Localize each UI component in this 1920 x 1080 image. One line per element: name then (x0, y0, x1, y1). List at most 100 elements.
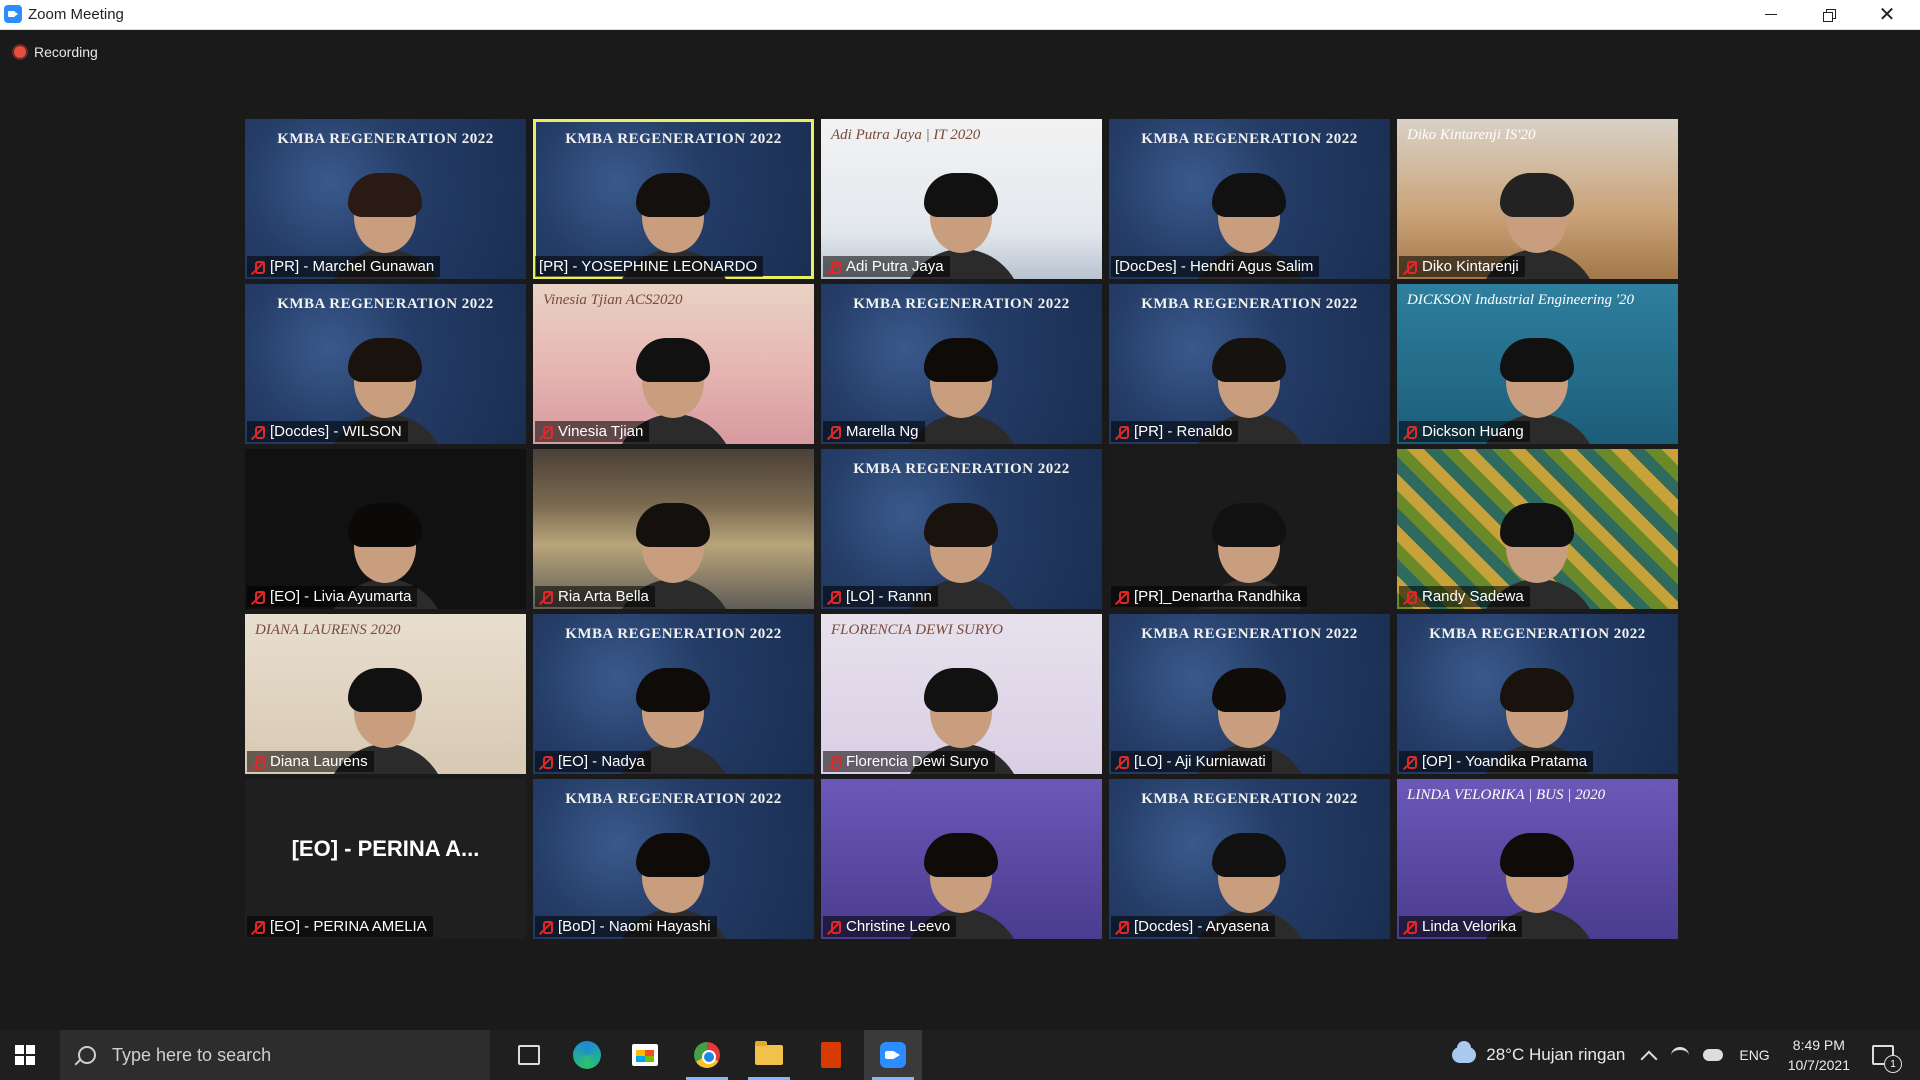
participant-nameplate: [PR] - Renaldo (1111, 421, 1239, 442)
file-explorer-button[interactable] (740, 1030, 798, 1080)
office-button[interactable] (802, 1030, 860, 1080)
participant-name: Florencia Dewi Suryo (846, 753, 989, 770)
participant-tile[interactable]: Adi Putra Jaya | IT 2020 Adi Putra Jaya (821, 119, 1102, 279)
muted-microphone-icon (251, 755, 265, 769)
virtual-background-banner: KMBA REGENERATION 2022 (565, 131, 782, 147)
participant-tile[interactable]: Randy Sadewa (1397, 449, 1678, 609)
participant-tile[interactable]: [PR]_Denartha Randhika (1109, 449, 1390, 609)
participant-tile[interactable]: Vinesia Tjian ACS2020 Vinesia Tjian (533, 284, 814, 444)
participant-name: Ria Arta Bella (558, 588, 649, 605)
participant-name: [PR] - Marchel Gunawan (270, 258, 435, 275)
muted-microphone-icon (827, 920, 841, 934)
virtual-background-banner: KMBA REGENERATION 2022 (1141, 791, 1358, 807)
language-indicator[interactable]: ENG (1739, 1047, 1769, 1063)
window-title: Zoom Meeting (28, 6, 124, 23)
muted-microphone-icon (251, 590, 265, 604)
task-view-button[interactable] (500, 1030, 558, 1080)
start-button[interactable] (0, 1030, 50, 1080)
participant-nameplate: [EO] - Livia Ayumarta (247, 586, 418, 607)
minimize-icon (1765, 14, 1777, 15)
participant-tile[interactable]: KMBA REGENERATION 2022 [OP] - Yoandika Pr… (1397, 614, 1678, 774)
participant-name: Linda Velorika (1422, 918, 1517, 935)
participant-tile[interactable]: KMBA REGENERATION 2022 [PR] - Renaldo (1109, 284, 1390, 444)
chrome-button[interactable] (678, 1030, 736, 1080)
muted-microphone-icon (827, 425, 841, 439)
participant-tile[interactable]: KMBA REGENERATION 2022 [BoD] - Naomi Haya… (533, 779, 814, 939)
participant-tile[interactable]: Ria Arta Bella (533, 449, 814, 609)
show-hidden-icons-icon[interactable] (1640, 1050, 1658, 1068)
participant-name: [Docdes] - WILSON (270, 423, 402, 440)
participant-tile[interactable]: [EO] - Livia Ayumarta (245, 449, 526, 609)
participant-tile[interactable]: DICKSON Industrial Engineering '20 Dickso… (1397, 284, 1678, 444)
title-bar: Zoom Meeting ✕ (0, 0, 1920, 30)
participant-tile[interactable]: KMBA REGENERATION 2022 [LO] - Rannn (821, 449, 1102, 609)
weather-cloud-icon (1452, 1041, 1477, 1063)
participant-name: Dickson Huang (1422, 423, 1524, 440)
taskbar-search[interactable]: Type here to search (60, 1030, 490, 1080)
edge-button[interactable] (558, 1030, 616, 1080)
participant-name: [PR]_Denartha Randhika (1134, 588, 1301, 605)
muted-microphone-icon (1115, 920, 1129, 934)
participant-nameplate: [LO] - Aji Kurniawati (1111, 751, 1272, 772)
participant-name: Randy Sadewa (1422, 588, 1524, 605)
muted-microphone-icon (251, 920, 265, 934)
minimize-button[interactable] (1742, 0, 1800, 29)
clock-time: 8:49 PM (1792, 1037, 1845, 1053)
onedrive-icon[interactable] (1703, 1049, 1724, 1061)
participant-name: [LO] - Aji Kurniawati (1134, 753, 1266, 770)
virtual-background-banner: KMBA REGENERATION 2022 (1429, 626, 1646, 642)
participant-name: Christine Leevo (846, 918, 951, 935)
participant-tile[interactable]: KMBA REGENERATION 2022 [LO] - Aji Kurniaw… (1109, 614, 1390, 774)
participant-name: [LO] - Rannn (846, 588, 932, 605)
clock[interactable]: 8:49 PM 10/7/2021 (1788, 1035, 1850, 1075)
muted-microphone-icon (1403, 920, 1417, 934)
participant-tile[interactable]: KMBA REGENERATION 2022 Marella Ng (821, 284, 1102, 444)
participant-tile[interactable]: Diko Kintarenji IS'20 Diko Kintarenji (1397, 119, 1678, 279)
notification-center-icon[interactable]: 1 (1872, 1045, 1902, 1073)
muted-microphone-icon (1115, 425, 1129, 439)
taskbar: Type here to search 28°C Hujan ringan EN… (0, 1030, 1920, 1080)
virtual-background-banner: KMBA REGENERATION 2022 (1141, 131, 1358, 147)
virtual-background-banner: KMBA REGENERATION 2022 (1141, 296, 1358, 312)
zoom-icon (880, 1042, 906, 1068)
close-button[interactable]: ✕ (1858, 0, 1916, 29)
participant-tile[interactable]: KMBA REGENERATION 2022 [DocDes] - Hendri … (1109, 119, 1390, 279)
store-button[interactable] (616, 1030, 674, 1080)
participant-tile[interactable]: KMBA REGENERATION 2022 [PR] - Marchel Gun… (245, 119, 526, 279)
participant-nameplate: Adi Putra Jaya (823, 256, 950, 277)
muted-microphone-icon (1115, 755, 1129, 769)
participant-nameplate: [PR] - YOSEPHINE LEONARDO (535, 256, 764, 277)
virtual-background-text: FLORENCIA DEWI SURYO (831, 622, 1003, 638)
restore-button[interactable] (1800, 0, 1858, 29)
weather-text[interactable]: 28°C Hujan ringan (1486, 1045, 1625, 1065)
virtual-background-text: Diko Kintarenji IS'20 (1407, 127, 1536, 143)
participant-name: Vinesia Tjian (558, 423, 644, 440)
participant-name-display: [EO] - PERINA A... (291, 836, 480, 861)
participant-tile[interactable]: KMBA REGENERATION 2022 [Docdes] - WILSON (245, 284, 526, 444)
participant-name: [DocDes] - Hendri Agus Salim (1115, 258, 1314, 275)
participant-tile[interactable]: KMBA REGENERATION 2022 [PR] - YOSEPHINE L… (533, 119, 814, 279)
muted-microphone-icon (1403, 755, 1417, 769)
network-icon[interactable] (1671, 1046, 1690, 1064)
participant-tile[interactable]: FLORENCIA DEWI SURYO Florencia Dewi Suryo (821, 614, 1102, 774)
recording-indicator[interactable]: Recording (14, 44, 98, 60)
participant-nameplate: [LO] - Rannn (823, 586, 938, 607)
store-icon (632, 1044, 658, 1066)
participant-name: Marella Ng (846, 423, 919, 440)
virtual-background-banner: KMBA REGENERATION 2022 (565, 791, 782, 807)
participant-tile[interactable]: KMBA REGENERATION 2022 [Docdes] - Aryasen… (1109, 779, 1390, 939)
system-tray: 28°C Hujan ringan ENG 8:49 PM 10/7/2021 … (1452, 1030, 1920, 1080)
participant-name: [EO] - PERINA AMELIA (270, 918, 427, 935)
zoom-taskbar-button[interactable] (864, 1030, 922, 1080)
muted-microphone-icon (539, 425, 553, 439)
participant-nameplate: Diko Kintarenji (1399, 256, 1525, 277)
virtual-background-text: Vinesia Tjian ACS2020 (543, 292, 683, 308)
participant-tile[interactable]: [EO] - PERINA A... [EO] - PERINA AMELIA (245, 779, 526, 939)
zoom-app-icon (4, 5, 22, 23)
participant-tile[interactable]: DIANA LAURENS 2020 Diana Laurens (245, 614, 526, 774)
participant-tile[interactable]: Christine Leevo (821, 779, 1102, 939)
edge-icon (573, 1041, 601, 1069)
participant-tile[interactable]: LINDA VELORIKA | BUS | 2020 Linda Velorik… (1397, 779, 1678, 939)
participant-nameplate: Linda Velorika (1399, 916, 1523, 937)
participant-tile[interactable]: KMBA REGENERATION 2022 [EO] - Nadya (533, 614, 814, 774)
